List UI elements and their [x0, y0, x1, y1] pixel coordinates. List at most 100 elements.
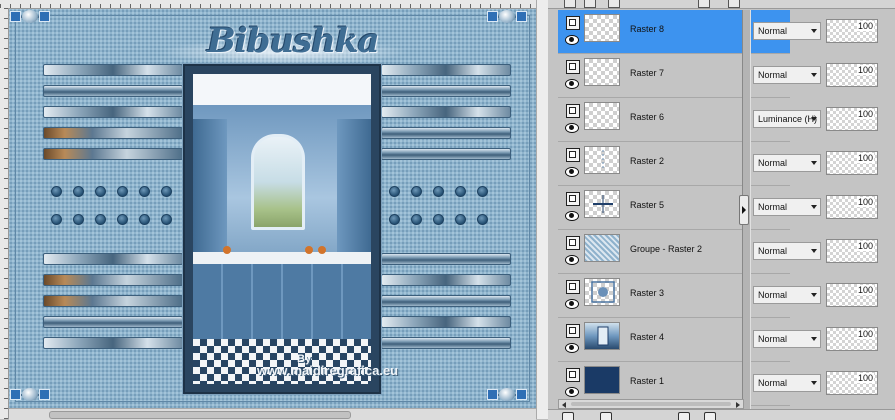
- visibility-eye-icon[interactable]: [565, 298, 579, 309]
- layer-group-toggle-icon[interactable]: [566, 280, 580, 294]
- blend-mode-value: Normal: [758, 290, 788, 300]
- right-stripe: [381, 106, 511, 118]
- layer-properties-row: Luminance (H) 100: [748, 98, 895, 141]
- blend-mode-dropdown[interactable]: Normal: [753, 330, 821, 348]
- decor-dot: [477, 214, 488, 225]
- blend-mode-value: Normal: [758, 378, 788, 388]
- layer-group-toggle-icon[interactable]: [566, 324, 580, 338]
- layer-thumbnail: [584, 14, 620, 42]
- decor-dot: [139, 214, 150, 225]
- blend-mode-value: Normal: [758, 26, 788, 36]
- layers-bottom-toolbar: [548, 409, 895, 420]
- corner-ornament-bottom-left: [10, 388, 50, 402]
- chevron-down-icon: [811, 117, 817, 121]
- blend-mode-dropdown[interactable]: Normal: [753, 242, 821, 260]
- right-stripe: [381, 253, 511, 265]
- layer-properties-row: Normal 100: [748, 362, 895, 405]
- visibility-eye-icon[interactable]: [565, 342, 579, 353]
- opacity-field[interactable]: 100: [826, 19, 878, 43]
- opacity-field[interactable]: 100: [826, 107, 878, 131]
- left-stripe: [43, 316, 183, 328]
- right-stripe: [381, 274, 511, 286]
- layer-group-toggle-icon[interactable]: [566, 192, 580, 206]
- blend-mode-dropdown[interactable]: Normal: [753, 198, 821, 216]
- opacity-field[interactable]: 100: [826, 283, 878, 307]
- lock-icon[interactable]: [728, 0, 740, 8]
- right-stripe: [381, 64, 511, 76]
- left-stripe: [43, 295, 183, 307]
- decor-dot: [411, 214, 422, 225]
- blend-mode-dropdown[interactable]: Normal: [753, 286, 821, 304]
- new-layer-icon[interactable]: [564, 0, 576, 8]
- decor-dot: [433, 214, 444, 225]
- layer-name: Raster 4: [630, 332, 665, 342]
- visibility-eye-icon[interactable]: [565, 254, 579, 265]
- layer-name: Raster 3: [630, 288, 665, 298]
- visibility-eye-icon[interactable]: [565, 122, 579, 133]
- layer-group-toggle-icon[interactable]: [566, 60, 580, 74]
- left-stripe: [43, 148, 183, 160]
- opacity-value: 100: [856, 197, 874, 207]
- decor-dot: [477, 186, 488, 197]
- decor-dot: [389, 186, 400, 197]
- blend-mode-dropdown[interactable]: Luminance (H): [753, 110, 821, 128]
- image-canvas[interactable]: Bibushka By www.maidiregrafica.eu: [9, 9, 536, 408]
- decor-dot: [95, 214, 106, 225]
- blend-mode-dropdown[interactable]: Normal: [753, 374, 821, 392]
- blend-mode-dropdown[interactable]: Normal: [753, 154, 821, 172]
- opacity-value: 100: [856, 285, 874, 295]
- chevron-down-icon: [811, 205, 817, 209]
- layer-name: Groupe - Raster 2: [630, 244, 703, 254]
- decor-dot: [455, 214, 466, 225]
- blend-mode-dropdown[interactable]: Normal: [753, 22, 821, 40]
- visibility-eye-icon[interactable]: [565, 166, 579, 177]
- layer-group-toggle-icon[interactable]: [566, 104, 580, 118]
- layer-thumbnail: [584, 58, 620, 86]
- visibility-eye-icon[interactable]: [565, 34, 579, 45]
- layer-properties-row: Normal 100: [748, 54, 895, 97]
- layer-name: Raster 6: [630, 112, 665, 122]
- link-icon[interactable]: [698, 0, 710, 8]
- chevron-down-icon: [811, 73, 817, 77]
- layers-horizontal-scrollbar[interactable]: [558, 399, 744, 409]
- layer-group-toggle-icon[interactable]: [566, 368, 580, 382]
- layer-thumbnail: [584, 278, 620, 306]
- visibility-eye-icon[interactable]: [565, 386, 579, 397]
- canvas-horizontal-scrollbar[interactable]: [9, 408, 536, 420]
- layer-properties-row: Normal 100: [748, 274, 895, 317]
- decor-dot: [95, 186, 106, 197]
- corner-ornament-bottom-right: [487, 388, 527, 402]
- opacity-field[interactable]: 100: [826, 151, 878, 175]
- blend-mode-value: Normal: [758, 70, 788, 80]
- opacity-value: 100: [856, 373, 874, 383]
- layer-group-toggle-icon[interactable]: [566, 16, 580, 30]
- opacity-field[interactable]: 100: [826, 239, 878, 263]
- blend-mode-dropdown[interactable]: Normal: [753, 66, 821, 84]
- watermark: By www.maidiregrafica.eu: [257, 353, 477, 378]
- opacity-field[interactable]: 100: [826, 63, 878, 87]
- opacity-field[interactable]: 100: [826, 327, 878, 351]
- layer-name: Raster 1: [630, 376, 665, 386]
- layers-panel-top-toolbar: [548, 0, 895, 9]
- decor-dot: [117, 186, 128, 197]
- left-stripe: [43, 127, 183, 139]
- corner-ornament-top-right: [487, 10, 527, 24]
- vertical-ruler: [0, 8, 9, 419]
- visibility-eye-icon[interactable]: [565, 210, 579, 221]
- corner-ornament-top-left: [10, 10, 50, 24]
- arrange-icon[interactable]: [584, 0, 596, 8]
- chevron-down-icon: [811, 293, 817, 297]
- opacity-field[interactable]: 100: [826, 195, 878, 219]
- opacity-field[interactable]: 100: [826, 371, 878, 395]
- layer-group-toggle-icon[interactable]: [566, 148, 580, 162]
- blend-opacity-list: Normal 100 Normal 100 Luminance (H) 100 Normal…: [748, 10, 895, 399]
- visibility-eye-icon[interactable]: [565, 78, 579, 89]
- watermark-site: www.maidiregrafica.eu: [257, 363, 399, 378]
- layer-properties-row: Normal 100: [748, 230, 895, 273]
- mask-icon[interactable]: [608, 0, 620, 8]
- layer-group-toggle-icon[interactable]: [566, 236, 580, 250]
- collapse-arrow-icon[interactable]: [739, 195, 749, 225]
- left-stripe: [43, 337, 183, 349]
- opacity-value: 100: [856, 153, 874, 163]
- layer-name: Raster 5: [630, 200, 665, 210]
